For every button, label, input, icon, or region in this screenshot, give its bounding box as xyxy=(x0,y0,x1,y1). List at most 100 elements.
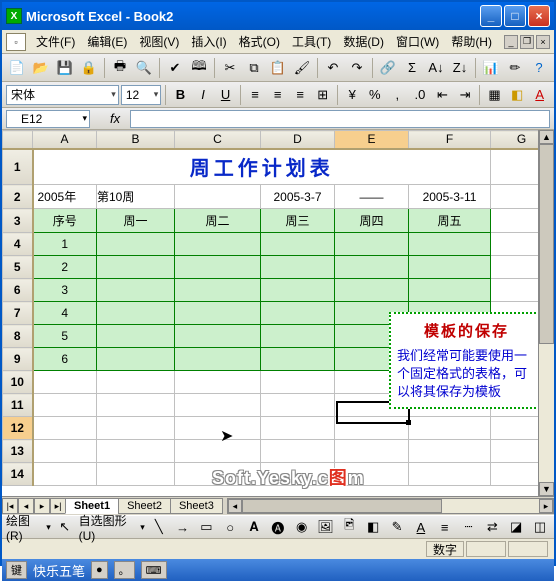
fillcolor2-icon[interactable]: ◧ xyxy=(363,516,383,538)
3d-icon[interactable]: ◫ xyxy=(530,516,550,538)
menu-help[interactable]: 帮助(H) xyxy=(445,31,498,52)
col-F[interactable]: F xyxy=(409,131,491,149)
autoshapes-menu[interactable]: 自选图形(U) xyxy=(79,512,137,543)
arrow-icon[interactable]: → xyxy=(173,516,193,538)
menu-file[interactable]: 文件(F) xyxy=(30,31,81,52)
font-name-combo[interactable]: 宋体 xyxy=(6,85,119,105)
shadow-icon[interactable]: ◪ xyxy=(506,516,526,538)
fx-label[interactable]: fx xyxy=(110,111,120,126)
hscroll-thumb[interactable] xyxy=(242,499,442,513)
horizontal-scrollbar[interactable]: ◂ ▸ xyxy=(227,498,554,514)
control-icon[interactable]: ▫ xyxy=(6,33,26,51)
clipart-icon[interactable]: 🖼 xyxy=(316,516,336,538)
cell[interactable] xyxy=(175,185,261,209)
cut-icon[interactable]: ✂ xyxy=(219,57,241,79)
font-color-icon[interactable]: A xyxy=(529,84,550,106)
cell-year[interactable]: 2005年 xyxy=(33,185,97,209)
linestyle-icon[interactable]: ≡ xyxy=(435,516,455,538)
redo-icon[interactable]: ↷ xyxy=(346,57,368,79)
maximize-button[interactable]: □ xyxy=(504,5,526,27)
oval-icon[interactable]: ○ xyxy=(220,516,240,538)
copy-icon[interactable]: ⧉ xyxy=(243,57,265,79)
hdr-fri[interactable]: 周五 xyxy=(409,209,491,233)
worksheet-grid[interactable]: A B C D E F G 1 周工作计划表 2 2005年 第10周 2005… xyxy=(2,130,554,496)
cell-week[interactable]: 第10周 xyxy=(97,185,175,209)
picture-icon[interactable]: 🖻 xyxy=(339,516,359,538)
hdr-no[interactable]: 序号 xyxy=(33,209,97,233)
line-icon[interactable]: ╲ xyxy=(149,516,169,538)
drawing-toggle-icon[interactable]: ✏ xyxy=(504,57,526,79)
diagram-icon[interactable]: ◉ xyxy=(292,516,312,538)
menu-insert[interactable]: 插入(I) xyxy=(185,31,232,52)
menu-view[interactable]: 视图(V) xyxy=(133,31,185,52)
decrease-indent-icon[interactable]: ⇤ xyxy=(432,84,453,106)
hdr-mon[interactable]: 周一 xyxy=(97,209,175,233)
align-center-icon[interactable]: ≡ xyxy=(267,84,288,106)
col-B[interactable]: B xyxy=(97,131,175,149)
undo-icon[interactable]: ↶ xyxy=(322,57,344,79)
ime-switch-icon[interactable]: 键 xyxy=(6,561,27,579)
hyperlink-icon[interactable]: 🔗 xyxy=(377,57,399,79)
col-D[interactable]: D xyxy=(261,131,335,149)
paste-icon[interactable]: 📋 xyxy=(267,57,289,79)
italic-button[interactable]: I xyxy=(193,84,214,106)
menu-format[interactable]: 格式(O) xyxy=(233,31,286,52)
doc-close-button[interactable]: × xyxy=(536,35,550,49)
draw-menu[interactable]: 绘图(R) xyxy=(6,512,42,543)
select-objects-icon[interactable]: ↖ xyxy=(55,516,75,538)
new-icon[interactable]: 📄 xyxy=(6,57,28,79)
research-icon[interactable]: 🕮 xyxy=(188,57,210,79)
save-icon[interactable]: 💾 xyxy=(54,57,76,79)
print-icon[interactable]: 🖶 xyxy=(109,57,131,79)
preview-icon[interactable]: 🔍 xyxy=(133,57,155,79)
bold-button[interactable]: B xyxy=(170,84,191,106)
vertical-scrollbar[interactable]: ▲ ▼ xyxy=(538,130,554,496)
dashstyle-icon[interactable]: ┈ xyxy=(459,516,479,538)
increase-decimal-icon[interactable]: .0 xyxy=(410,84,431,106)
align-left-icon[interactable]: ≡ xyxy=(245,84,266,106)
rectangle-icon[interactable]: ▭ xyxy=(196,516,216,538)
cell-dash[interactable]: —— xyxy=(335,185,409,209)
open-icon[interactable]: 📂 xyxy=(30,57,52,79)
cell-date1[interactable]: 2005-3-7 xyxy=(261,185,335,209)
chart-icon[interactable]: 📊 xyxy=(480,57,502,79)
autosum-icon[interactable]: Σ xyxy=(401,57,423,79)
sort-asc-icon[interactable]: A↓ xyxy=(425,57,447,79)
arrowstyle-icon[interactable]: ⇄ xyxy=(482,516,502,538)
doc-restore-button[interactable]: ❐ xyxy=(520,35,534,49)
rowhdr-1[interactable]: 1 xyxy=(3,149,33,185)
rowhdr-3[interactable]: 3 xyxy=(3,209,33,233)
sheet-tab-3[interactable]: Sheet3 xyxy=(170,498,223,514)
linecolor-icon[interactable]: ✎ xyxy=(387,516,407,538)
ime-shape-icon[interactable]: ● xyxy=(91,561,108,579)
col-C[interactable]: C xyxy=(175,131,261,149)
percent-icon[interactable]: % xyxy=(365,84,386,106)
borders-icon[interactable]: ▦ xyxy=(484,84,505,106)
scroll-left-icon[interactable]: ◂ xyxy=(228,499,242,513)
comma-icon[interactable]: , xyxy=(387,84,408,106)
merge-center-icon[interactable]: ⊞ xyxy=(312,84,333,106)
scroll-thumb[interactable] xyxy=(539,144,554,344)
col-E[interactable]: E xyxy=(335,131,409,149)
underline-button[interactable]: U xyxy=(215,84,236,106)
hdr-tue[interactable]: 周二 xyxy=(175,209,261,233)
hdr-wed[interactable]: 周三 xyxy=(261,209,335,233)
tab-last-icon[interactable]: ▸| xyxy=(50,498,66,514)
ime-softkb-icon[interactable]: ⌨ xyxy=(141,561,167,579)
formatpainter-icon[interactable]: 🖌 xyxy=(291,57,313,79)
align-right-icon[interactable]: ≡ xyxy=(290,84,311,106)
textbox-icon[interactable]: 𝐀 xyxy=(244,516,264,538)
increase-indent-icon[interactable]: ⇥ xyxy=(455,84,476,106)
scroll-up-icon[interactable]: ▲ xyxy=(539,130,554,144)
spellcheck-icon[interactable]: ✔ xyxy=(164,57,186,79)
minimize-button[interactable]: _ xyxy=(480,5,502,27)
permission-icon[interactable]: 🔒 xyxy=(78,57,100,79)
help-icon[interactable]: ? xyxy=(528,57,550,79)
scroll-right-icon[interactable]: ▸ xyxy=(539,499,553,513)
currency-icon[interactable]: ¥ xyxy=(342,84,363,106)
ime-punct-icon[interactable]: 。 xyxy=(114,561,135,579)
close-button[interactable]: × xyxy=(528,5,550,27)
sort-desc-icon[interactable]: Z↓ xyxy=(449,57,471,79)
fontcolor2-icon[interactable]: A xyxy=(411,516,431,538)
plan-title-cell[interactable]: 周工作计划表 xyxy=(33,149,491,185)
